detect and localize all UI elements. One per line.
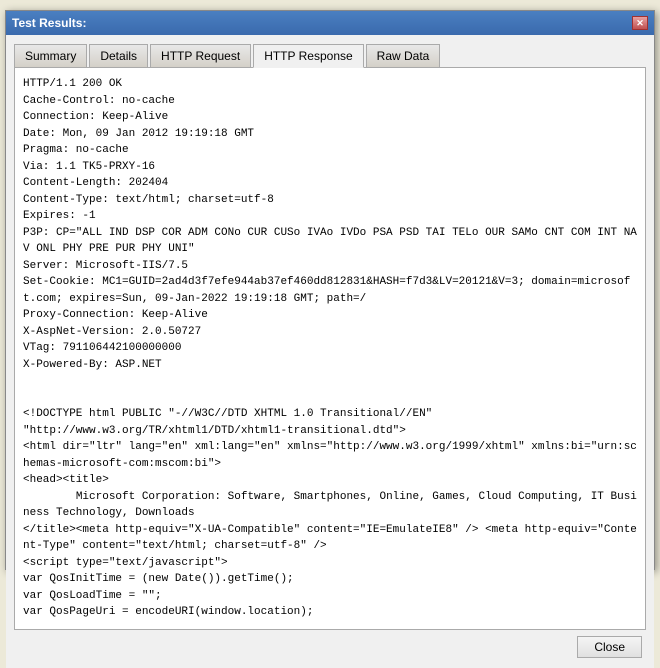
window-title: Test Results: (12, 16, 86, 30)
http-response-content[interactable]: HTTP/1.1 200 OK Cache-Control: no-cache … (15, 68, 645, 629)
bottom-bar: Close (14, 630, 646, 660)
tab-http-request[interactable]: HTTP Request (150, 44, 251, 68)
window-close-button[interactable]: ✕ (632, 16, 648, 30)
close-button[interactable]: Close (577, 636, 642, 658)
title-bar-buttons: ✕ (632, 16, 648, 30)
tab-bar: Summary Details HTTP Request HTTP Respon… (14, 43, 646, 67)
test-results-window: Test Results: ✕ Summary Details HTTP Req… (5, 10, 655, 570)
tab-summary[interactable]: Summary (14, 44, 87, 68)
tab-raw-data[interactable]: Raw Data (366, 44, 441, 68)
title-bar: Test Results: ✕ (6, 11, 654, 35)
content-area: HTTP/1.1 200 OK Cache-Control: no-cache … (14, 67, 646, 630)
window-body: Summary Details HTTP Request HTTP Respon… (6, 35, 654, 668)
tab-http-response[interactable]: HTTP Response (253, 44, 363, 68)
tab-details[interactable]: Details (89, 44, 148, 68)
